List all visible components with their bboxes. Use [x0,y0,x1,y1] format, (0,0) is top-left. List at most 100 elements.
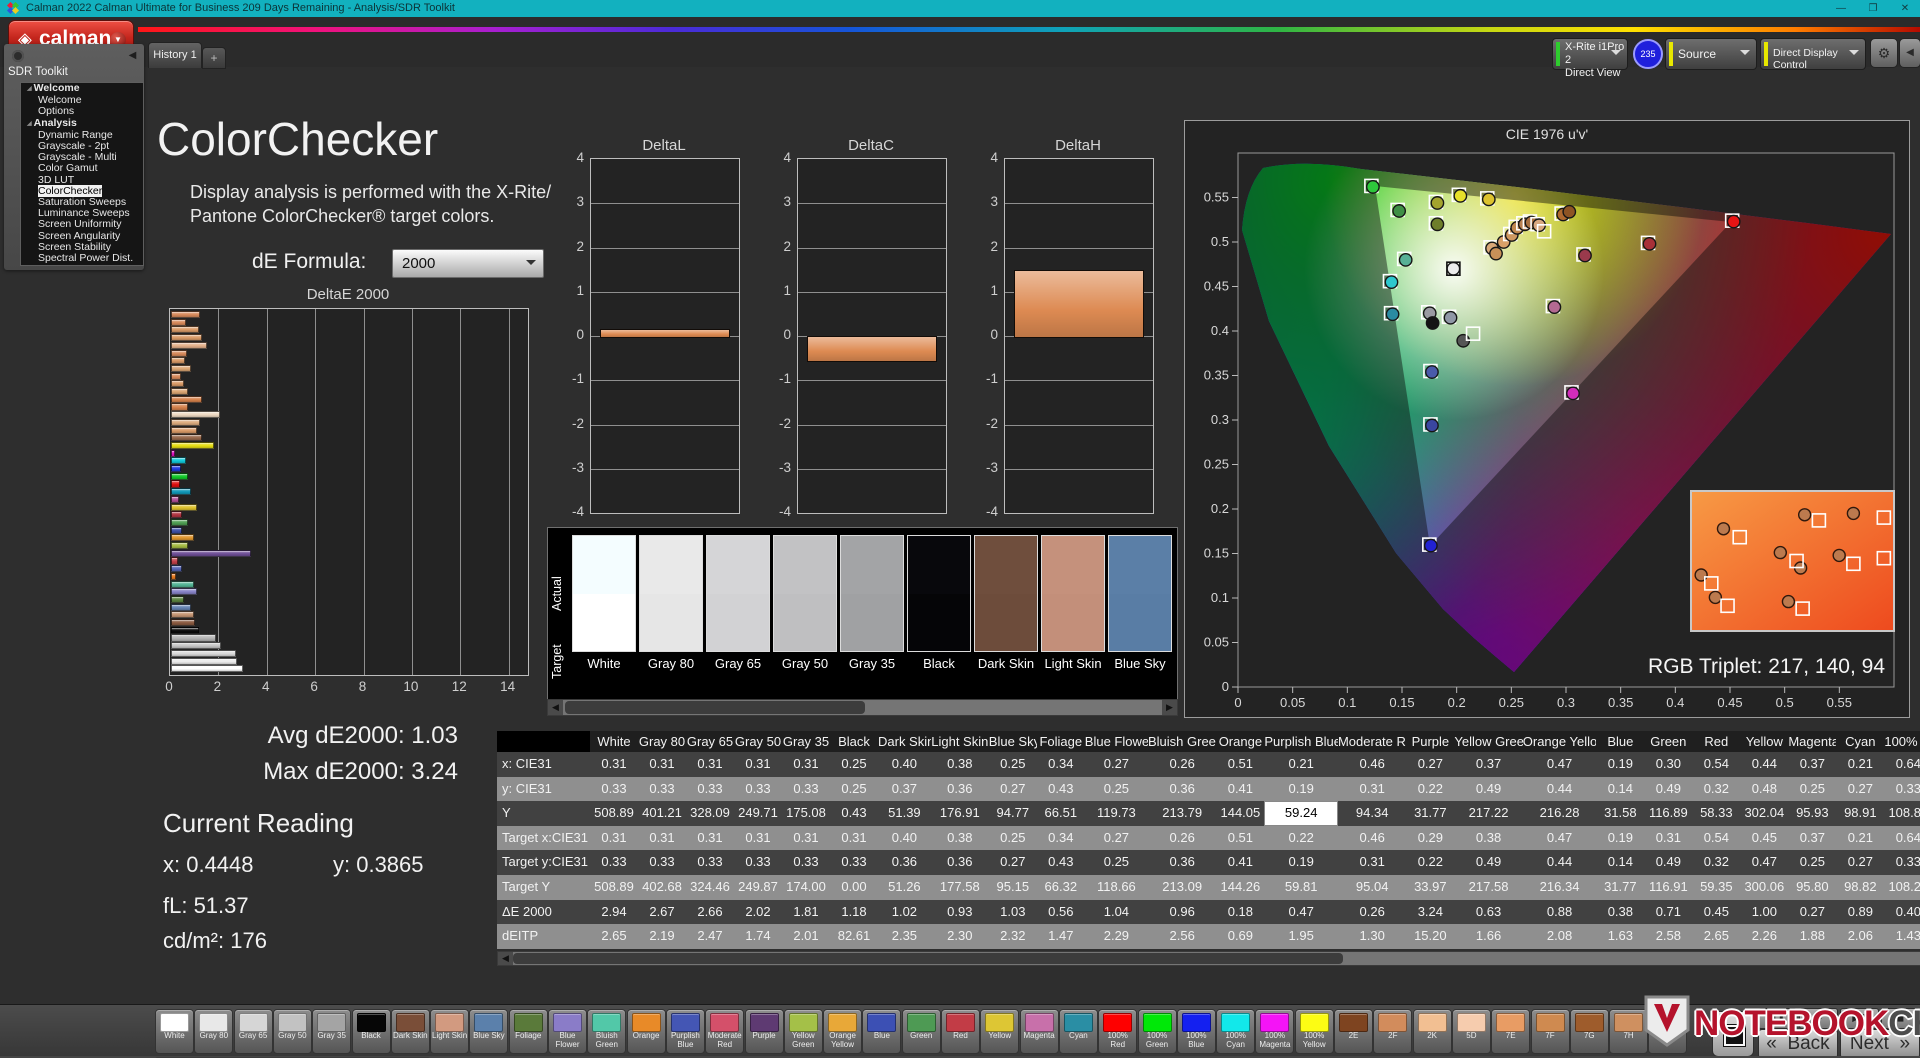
swatch-gray-80[interactable] [640,536,702,651]
column-header: Bluish Green [1147,734,1217,749]
patch-button-yellow[interactable]: Yellow [980,1009,1020,1054]
close-button[interactable]: ✕ [1890,0,1920,17]
swatch-target-half [573,593,635,651]
patch-button-100-red[interactable]: 100% Red [1098,1009,1138,1054]
patch-button-blue-sky[interactable]: Blue Sky [469,1009,509,1054]
scroll-left-icon[interactable]: ◀ [498,952,513,965]
patch-button-7g[interactable]: 7G [1569,1009,1609,1054]
swatch-dark-skin[interactable] [975,536,1037,651]
measured-point [1430,217,1445,232]
deltae-bar [171,542,189,550]
table-cell: 98.91 [1844,805,1877,821]
patch-button-100-cyan[interactable]: 100% Cyan [1216,1009,1256,1054]
patch-button-purple[interactable]: Purple [744,1009,784,1054]
patch-button-green[interactable]: Green [901,1009,941,1054]
minimize-button[interactable]: — [1826,0,1856,17]
table-cell: 0.31 [601,756,627,771]
patch-button-moderate-red[interactable]: Moderate Red [705,1009,745,1054]
table-cell: 1.63 [1607,928,1633,944]
display-control-dropdown[interactable]: Direct Display Control [1760,38,1866,71]
patch-button-100-yellow[interactable]: 100% Yellow [1294,1009,1334,1054]
sidebar-collapse-button[interactable]: ◀ [126,49,139,62]
patch-color-chip [513,1013,543,1032]
deltae-bar [171,480,180,488]
patch-button-blue-flower[interactable]: Blue Flower [548,1009,587,1054]
table-cell: 0.40 [891,829,918,845]
patch-label: 100% Cyan [1225,1031,1246,1049]
tree-item-spectral-power-dist-[interactable]: Spectral Power Dist. [21,252,143,264]
swatch-black[interactable] [908,536,970,651]
selected-cell[interactable]: 59.24 [1264,801,1338,826]
de-formula-select[interactable]: 2000 [392,249,544,278]
table-cell: 0.56 [1048,903,1074,919]
swatch-blue-sky[interactable] [1109,536,1171,651]
patch-button-cyan[interactable]: Cyan [1058,1009,1098,1054]
patch-button-gray-80[interactable]: Gray 80 [194,1009,234,1054]
meter-dropdown[interactable]: X-Rite i1Pro 2 Direct View [1552,38,1628,79]
patch-button-gray-35[interactable]: Gray 35 [312,1009,352,1054]
patch-button-orange-yellow[interactable]: Orange Yellow [823,1009,863,1054]
y-tick-label: -2 [571,415,584,431]
patch-button-2k[interactable]: 2K [1412,1009,1452,1054]
patch-button-bluish-green[interactable]: Bluish Green [587,1009,627,1054]
swatch-gray-50[interactable] [774,536,836,651]
table-cell: 0.25 [1000,756,1026,771]
patch-button-gray-50[interactable]: Gray 50 [272,1009,312,1054]
patch-button-7e[interactable]: 7E [1491,1009,1531,1054]
table-cell: 0.21 [1847,756,1873,771]
swatch-white[interactable] [573,536,635,651]
settings-button[interactable]: ⚙ [1870,38,1898,68]
patch-button-yellow-green[interactable]: Yellow Green [783,1009,823,1054]
patch-button-red[interactable]: Red [941,1009,980,1054]
tab-history-1[interactable]: History 1 [148,42,202,68]
swatch-gray-35[interactable] [841,536,903,651]
scrollbar-thumb[interactable] [513,953,1343,964]
expander-icon[interactable]: ◢ [27,86,32,92]
patch-button-100-blue[interactable]: 100% Blue [1176,1009,1216,1054]
max-de2000: Max dE2000: 3.24 [263,758,458,785]
y-tick-label: 3 [576,194,584,210]
meter-label: X-Rite i1Pro 2 Direct View [1565,41,1625,79]
swatch-gray-65[interactable] [707,536,769,651]
table-corner-cell [497,731,590,752]
patch-label: Orange [632,1031,660,1040]
table-cell: 0.51 [1227,756,1254,771]
table-cell: 94.77 [996,805,1030,821]
record-dot-icon[interactable] [12,50,24,62]
scroll-right-icon[interactable]: ▶ [1162,700,1177,715]
scroll-left-icon[interactable]: ◀ [548,700,563,715]
patch-button-100-magenta[interactable]: 100% Magenta [1255,1009,1295,1054]
swatch-label: Blue Sky [1114,656,1166,671]
table-scrollbar[interactable]: ◀ [497,951,1920,966]
patch-button-2f[interactable]: 2F [1373,1009,1413,1054]
deltae-bar [171,518,189,527]
patch-button-blue[interactable]: Blue [862,1009,902,1054]
patch-button-purplish-blue[interactable]: Purplish Blue [665,1009,705,1054]
patch-button-7f[interactable]: 7F [1530,1009,1570,1054]
patch-button-orange[interactable]: Orange [626,1009,666,1054]
patch-button-foliage[interactable]: Foliage [508,1009,548,1054]
patch-label: 5D [1466,1031,1477,1040]
swatch-light-skin[interactable] [1042,536,1104,651]
expander-icon[interactable]: ◢ [27,121,32,127]
patch-button-magenta[interactable]: Magenta [1019,1009,1059,1054]
patch-button-white[interactable]: White [155,1009,194,1054]
scrollbar-thumb[interactable] [565,701,865,714]
table-cell: 2.65 [601,928,627,944]
panel-collapse-button[interactable]: ◀ [1899,38,1920,68]
table-cell: 0.31 [745,756,771,771]
swatch-scrollbar[interactable]: ◀ ▶ [547,699,1178,716]
patch-button-black[interactable]: Black [351,1009,391,1054]
deltae-bar [171,357,186,365]
patch-button-100-green[interactable]: 100% Green [1137,1009,1177,1054]
patch-button-light-skin[interactable]: Light Skin [430,1009,470,1054]
patch-button-dark-skin[interactable]: Dark Skin [390,1009,430,1054]
patch-button-2e[interactable]: 2E [1334,1009,1373,1054]
patch-button-5d[interactable]: 5D [1451,1009,1491,1054]
add-tab-button[interactable]: + [202,47,226,69]
source-dropdown[interactable]: Source [1665,38,1757,70]
patch-label: Yellow Green [791,1031,815,1049]
patch-button-gray-65[interactable]: Gray 65 [233,1009,273,1054]
deltae-bar [171,611,194,619]
maximize-button[interactable]: ❐ [1858,0,1888,17]
